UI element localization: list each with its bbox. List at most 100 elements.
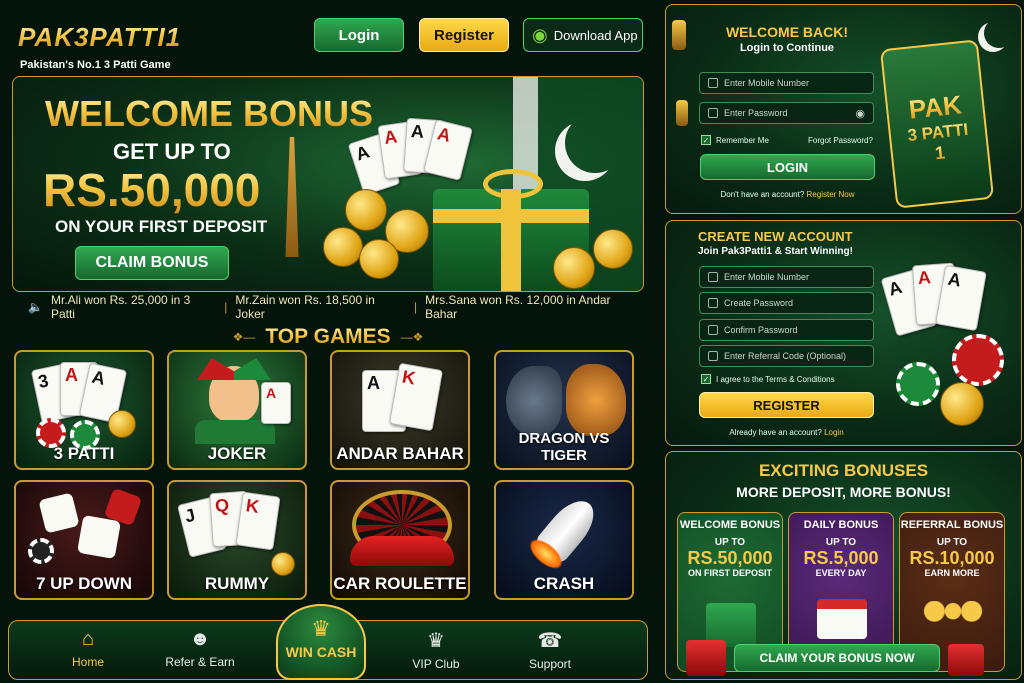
bonus-card-title: WELCOME BONUS xyxy=(679,519,781,531)
gift-icon xyxy=(708,351,718,361)
casino-chip xyxy=(952,334,1004,386)
playing-card: A xyxy=(261,382,291,424)
game-card-7-up-down[interactable]: 7 UP DOWN xyxy=(14,480,154,600)
login-button[interactable]: Login xyxy=(314,18,404,52)
game-card-andar-bahar[interactable]: A K ANDAR BAHAR xyxy=(330,350,470,470)
nav-label: Home xyxy=(71,655,104,669)
register-footer: Already have an account? Login xyxy=(699,428,874,437)
casino-chip xyxy=(896,362,940,406)
login-password-input[interactable]: Enter Password ◉ xyxy=(699,102,874,124)
claim-bonus-now-button[interactable]: CLAIM YOUR BONUS NOW xyxy=(734,644,940,672)
game-label: JOKER xyxy=(207,444,267,463)
bonus-card-amount: RS.5,000 xyxy=(803,548,879,568)
nav-home[interactable]: ⌂ Home xyxy=(48,628,128,669)
download-app-label: Download App xyxy=(553,27,638,43)
playing-card: K xyxy=(388,362,444,432)
register-now-link[interactable]: Register Now xyxy=(807,190,855,199)
bonuses-title: EXCITING BONUSES xyxy=(758,461,929,480)
gift-icon xyxy=(686,640,726,676)
hero-subtitle: GET UP TO xyxy=(113,139,231,164)
gift-icon xyxy=(948,644,984,676)
dice-icon xyxy=(38,492,80,534)
game-label: 3 PATTI xyxy=(53,444,115,463)
nav-vip-club[interactable]: ♛ VIP Club xyxy=(396,628,476,671)
input-placeholder: Enter Mobile Number xyxy=(724,272,810,282)
logo-tagline: Pakistan's No.1 3 Patti Game xyxy=(20,59,171,71)
top-games-title: ❖— TOP GAMES —❖ xyxy=(232,325,424,348)
login-title: WELCOME BACK! xyxy=(725,24,849,40)
home-icon: ⌂ xyxy=(81,628,95,650)
terms-checkbox[interactable]: ✓ I agree to the Terms & Conditions xyxy=(701,374,835,384)
coin-stack xyxy=(323,227,363,267)
lantern-icon xyxy=(676,100,688,126)
nav-refer-earn[interactable]: ☻ Refer & Earn xyxy=(160,628,240,669)
game-card-dragon-vs-tiger[interactable]: DRAGON VS TIGER xyxy=(494,350,634,470)
hero-title: WELCOME BONUS xyxy=(45,93,373,134)
game-card-crash[interactable]: CRASH xyxy=(494,480,634,600)
lantern-icon xyxy=(672,20,686,50)
calendar-icon xyxy=(817,599,867,639)
register-submit-button[interactable]: REGISTER xyxy=(699,392,874,418)
login-mobile-input[interactable]: Enter Mobile Number xyxy=(699,72,874,94)
nav-label: VIP Club xyxy=(412,657,460,671)
lock-icon xyxy=(708,325,718,335)
phone-icon xyxy=(708,78,718,88)
coin-stack xyxy=(271,552,295,576)
eye-icon[interactable]: ◉ xyxy=(855,107,865,120)
bonuses-subtitle: MORE DEPOSIT, MORE BONUS! xyxy=(736,484,951,500)
login-submit-button[interactable]: LOGIN xyxy=(700,154,875,180)
nav-win-cash[interactable]: ♛ WIN CASH xyxy=(276,604,366,680)
game-card-rummy[interactable]: J Q K RUMMY xyxy=(167,480,307,600)
input-placeholder: Enter Password xyxy=(724,108,788,118)
dice-icon xyxy=(76,514,122,560)
coin-stack xyxy=(553,247,595,289)
game-card-3-patti[interactable]: 3 A A 3 PATTI xyxy=(14,350,154,470)
checkbox-icon: ✓ xyxy=(701,374,711,384)
forgot-password-link[interactable]: Forgot Password? xyxy=(808,136,873,145)
minar-graphic xyxy=(285,137,299,257)
login-link[interactable]: Login xyxy=(824,428,844,437)
login-subtitle: Login to Continue xyxy=(739,42,835,54)
input-placeholder: Enter Referral Code (Optional) xyxy=(724,351,847,361)
bonus-card-sub: EVERY DAY xyxy=(815,568,867,578)
game-label: 7 UP DOWN xyxy=(35,574,133,593)
register-password-input[interactable]: Create Password xyxy=(699,292,874,314)
register-mobile-input[interactable]: Enter Mobile Number xyxy=(699,266,874,288)
casino-chip xyxy=(28,538,54,564)
game-card-car-roulette[interactable]: CAR ROULETTE xyxy=(330,480,470,600)
bonus-card-upto: UP TO xyxy=(714,537,746,548)
register-referral-input[interactable]: Enter Referral Code (Optional) xyxy=(699,345,874,367)
brand-badge: PAK 3 PATTI 1 xyxy=(879,39,995,209)
game-label: RUMMY xyxy=(204,574,270,593)
lock-icon xyxy=(708,298,718,308)
remember-me-checkbox[interactable]: ✓ Remember Me xyxy=(701,135,769,145)
phone-icon xyxy=(708,272,718,282)
android-icon: ◉ xyxy=(532,24,548,45)
gift-bow xyxy=(483,169,543,199)
register-subtitle: Join Pak3Patti1 & Start Winning! xyxy=(698,246,853,257)
download-app-button[interactable]: ◉ Download App xyxy=(523,18,643,52)
coin-stack xyxy=(359,239,399,279)
coin-stack xyxy=(593,229,633,269)
lock-icon xyxy=(708,108,718,118)
coin-stack xyxy=(108,410,136,438)
speaker-icon: 🔈 xyxy=(28,300,43,314)
ticker-item: Mrs.Sana won Rs. 12,000 in Andar Bahar xyxy=(425,293,611,321)
input-placeholder: Create Password xyxy=(724,298,794,308)
nav-label: WIN CASH xyxy=(285,644,357,660)
register-button[interactable]: Register xyxy=(419,18,509,52)
register-confirm-input[interactable]: Confirm Password xyxy=(699,319,874,341)
bonus-card-title: DAILY BONUS xyxy=(803,519,879,531)
hero-banner[interactable]: A A A A WELCOME BONUS GET UP TO RS.50,00… xyxy=(12,76,644,292)
register-title: CREATE NEW ACCOUNT xyxy=(698,229,853,244)
game-card-joker[interactable]: A JOKER xyxy=(167,350,307,470)
game-label: CRASH xyxy=(533,574,595,593)
game-label: CAR ROULETTE xyxy=(333,574,467,593)
logo[interactable]: PAK3PATTI1 xyxy=(18,22,208,62)
claim-bonus-button[interactable]: CLAIM BONUS xyxy=(75,246,229,280)
winners-ticker: 🔈 Mr.Ali won Rs. 25,000 in 3 Patti | Mr.… xyxy=(12,293,644,321)
crown-icon: ♛ xyxy=(427,630,445,652)
dragon-graphic xyxy=(506,366,562,436)
hero-amount: RS.50,000 xyxy=(43,164,261,216)
nav-support[interactable]: ☎ Support xyxy=(510,628,590,671)
